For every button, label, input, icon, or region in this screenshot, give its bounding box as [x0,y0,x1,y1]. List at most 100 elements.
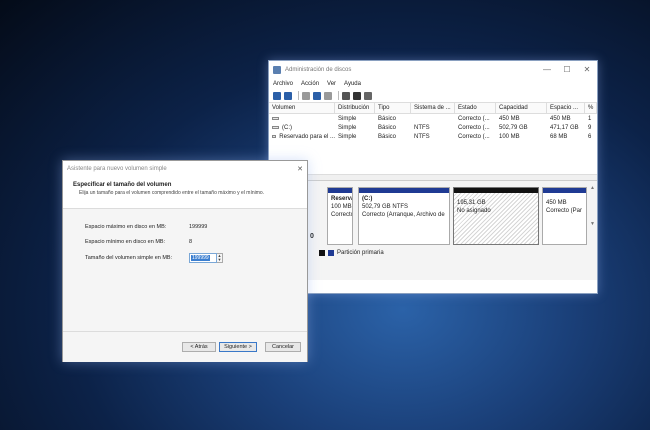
cancel-button[interactable]: Cancelar [265,342,301,352]
volume-cell: Reservado para el ... [269,132,335,141]
dm-window-title: Administración de discos [285,66,352,73]
toolbar-separator [298,91,299,100]
type-cell: Básico [378,115,397,122]
partition-size: 450 MB [546,200,567,206]
forward-arrow-icon[interactable] [284,91,292,100]
rescan-icon[interactable] [364,91,372,100]
disk-settings-icon[interactable] [342,91,350,100]
disk-management-app-icon [273,65,281,74]
menu-archivo[interactable]: Archivo [273,81,293,87]
layout-cell: Simple [338,133,357,140]
capacity-cell: 450 MB [499,115,520,122]
disk-label: 0 [310,233,314,240]
partition-size: 100 MB N [331,204,352,210]
min-space-value: 8 [189,239,193,245]
table-row[interactable]: Simple Básico Correcto (... 450 MB 450 M… [269,114,597,123]
menu-accion[interactable]: Acción [301,81,319,87]
wizard-close-button[interactable]: ✕ [293,165,307,173]
drive-icon [272,135,277,138]
volume-size-label: Tamaño del volumen simple en MB: [85,255,173,261]
toolbar-separator [338,91,339,100]
free-cell: 450 MB [550,115,571,122]
drive-icon [272,117,279,120]
wizard-subheading: Elija un tamaño para el volumen comprend… [79,190,265,196]
toolbar [269,89,597,103]
col-header-capacidad[interactable]: Capacidad [496,103,547,113]
partition-status: Correcto (Par [546,208,583,214]
min-space-label: Espacio mínimo en disco en MB: [85,239,166,245]
partition-reserved[interactable]: Reserva 100 MB N Correcto [327,187,353,245]
partition-size: 195,31 GB [457,200,486,206]
col-header-percent[interactable]: % [585,103,597,113]
wizard-titlebar: Asistente para nuevo volumen simple ✕ [63,161,307,177]
partition-recovery[interactable]: 450 MB Correcto (Par [542,187,587,245]
close-button[interactable]: ✕ [577,65,597,74]
status-cell: Correcto (... [458,133,490,140]
next-button[interactable]: Siguiente > [219,342,257,352]
fs-cell [411,114,455,123]
menu-ayuda[interactable]: Ayuda [344,81,361,87]
col-header-distribucion[interactable]: Distribución [335,103,375,113]
partition-size: 502,79 GB NTFS [362,204,409,210]
free-cell: 68 MB [550,133,568,140]
disk-map: Reserva 100 MB N Correcto (C:) 502,79 GB… [269,181,597,280]
legend-primary-swatch [328,250,334,256]
partition-name: (C:) [362,196,373,202]
partition-name: Reserva [331,196,352,202]
spinner-down-icon[interactable]: ▼ [218,258,222,262]
wizard-title: Asistente para nuevo volumen simple [67,166,167,172]
partition-c-drive[interactable]: (C:) 502,79 GB NTFS Correcto (Arranque, … [358,187,450,245]
table-row[interactable]: Reservado para el ... Simple Básico NTFS… [269,132,597,141]
back-button[interactable]: < Atrás [182,342,216,352]
min-space-row: Espacio mínimo en disco en MB: 8 [85,239,192,245]
new-simple-volume-wizard: Asistente para nuevo volumen simple ✕ Es… [62,160,308,362]
maximize-button[interactable]: ☐ [557,65,577,74]
volume-table: Volumen Distribución Tipo Sistema de ...… [269,103,597,181]
layout-cell: Simple [338,115,357,122]
vertical-scrollbar[interactable]: ▲ ▼ [590,185,595,245]
legend-primary-label: Partición primaria [337,250,384,256]
volume-name: Reservado para el ... [279,133,335,140]
max-space-label: Espacio máximo en disco en MB: [85,224,167,230]
table-row[interactable]: (C:) Simple Básico NTFS Correcto (... 50… [269,123,597,132]
volume-size-input[interactable]: 199999 [189,253,217,263]
type-cell: Básico [378,133,397,140]
horizontal-scrollbar[interactable] [269,174,597,180]
menu-bar: Archivo Acción Ver Ayuda [269,78,597,89]
properties-icon[interactable] [324,91,332,100]
fs-cell: NTFS [414,133,430,140]
capacity-cell: 502,79 GB [499,124,528,131]
volume-size-spinner[interactable]: ▲ ▼ [217,253,223,263]
wizard-footer: < Atrás Siguiente > Cancelar [63,331,307,362]
col-header-volumen[interactable]: Volumen [269,103,335,113]
volume-cell: (C:) [269,123,335,132]
pct-cell: 1 [588,115,592,122]
legend: Partición primaria [319,250,384,256]
check-icon[interactable] [353,91,361,100]
col-header-tipo[interactable]: Tipo [375,103,411,113]
col-header-sistema-archivos[interactable]: Sistema de ... [411,103,455,113]
partition-status: No asignado [457,208,491,214]
partition-status: Correcto [331,212,352,218]
minimize-button[interactable]: — [537,65,557,74]
max-space-value: 199999 [189,224,208,230]
max-space-row: Espacio máximo en disco en MB: 199999 [85,224,207,230]
free-cell: 471,17 GB [550,124,579,131]
type-cell: Básico [378,124,397,131]
wizard-header: Especificar el tamaño del volumen Elija … [63,177,307,209]
volume-cell [269,114,335,123]
capacity-cell: 100 MB [499,133,520,140]
volume-size-value: 199999 [191,255,210,261]
volume-size-row: Tamaño del volumen simple en MB: 199999 … [85,253,223,263]
pct-cell: 6 [588,133,592,140]
status-cell: Correcto (... [458,124,490,131]
col-header-estado[interactable]: Estado [455,103,496,113]
help-icon[interactable] [313,91,321,100]
back-arrow-icon[interactable] [273,91,281,100]
col-header-espacio-libre[interactable]: Espacio ... [547,103,585,113]
drive-icon [272,126,279,129]
list-view-icon[interactable] [302,91,310,100]
fs-cell: NTFS [414,124,430,131]
menu-ver[interactable]: Ver [327,81,336,87]
partition-unallocated[interactable]: 195,31 GB No asignado [453,187,539,245]
